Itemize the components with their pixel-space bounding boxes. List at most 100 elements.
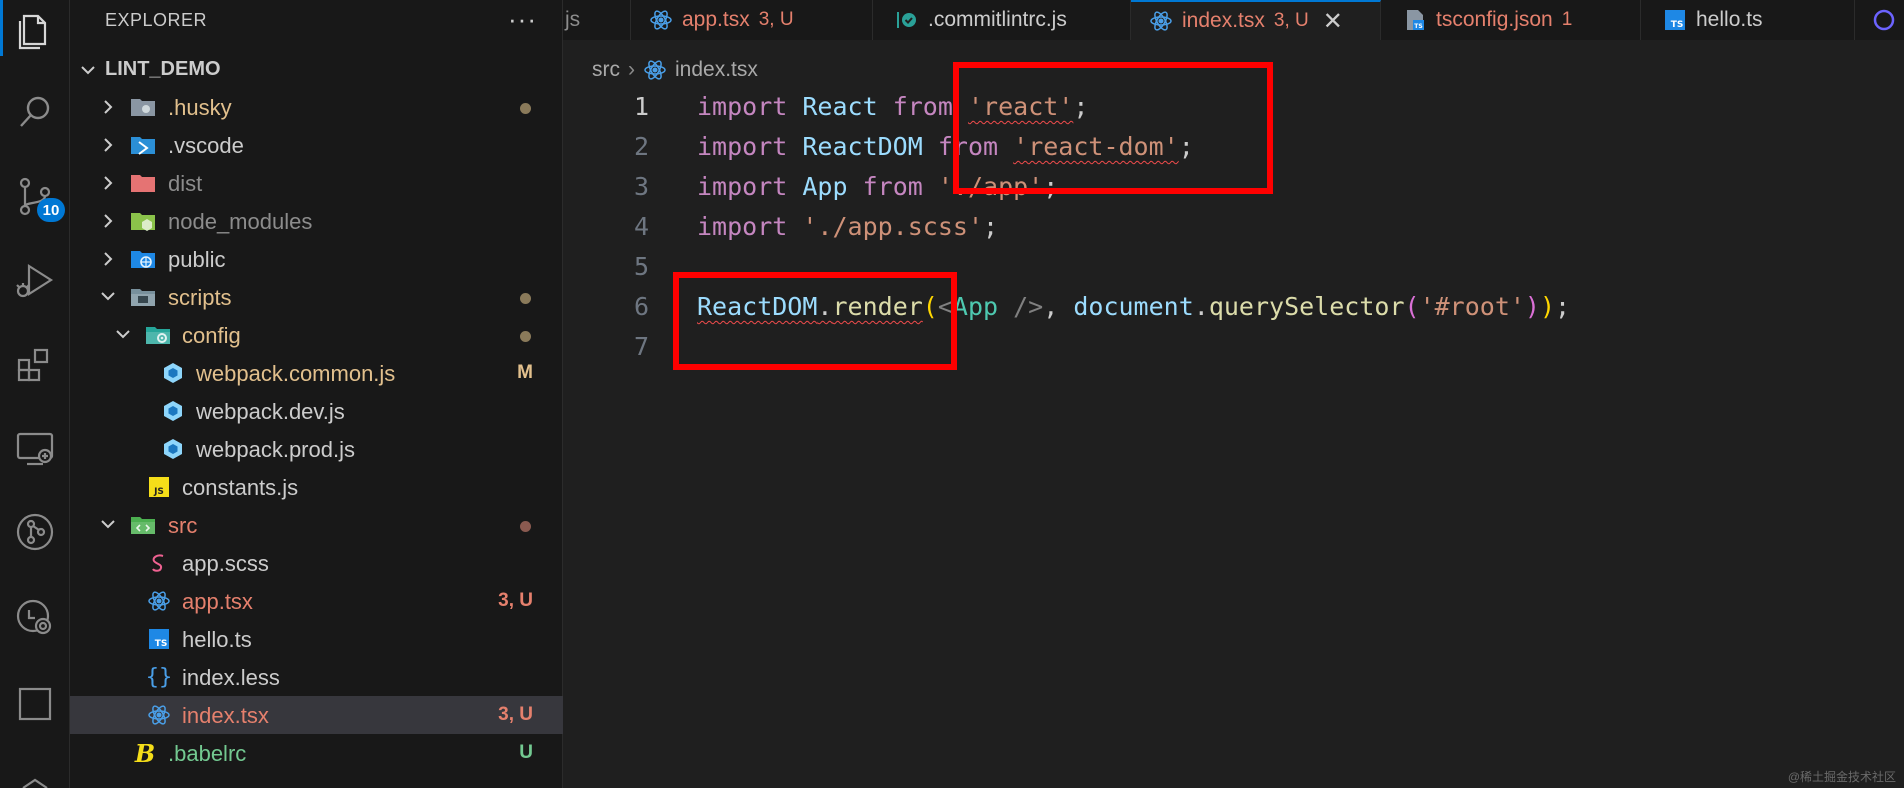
- tree-item-webpack-dev[interactable]: webpack.dev.js: [70, 392, 563, 430]
- tree-item-app-tsx[interactable]: app.tsx 3, U: [70, 582, 563, 620]
- extension-tab-icon: [1873, 8, 1895, 32]
- tab-index-tsx[interactable]: index.tsx 3, U ✕: [1131, 0, 1381, 40]
- breadcrumb: src › index.tsx: [592, 55, 758, 85]
- tree-item-label: constants.js: [182, 475, 299, 500]
- webpack-icon: [160, 399, 186, 423]
- tree-item-constants[interactable]: JS constants.js: [70, 468, 563, 506]
- svg-text:TS: TS: [1671, 20, 1684, 30]
- breadcrumb-folder[interactable]: src: [592, 58, 620, 82]
- square-icon[interactable]: [7, 676, 63, 732]
- tab-app-tsx[interactable]: app.tsx 3, U: [631, 0, 873, 40]
- tab-label: .commitlintrc.js: [928, 8, 1067, 31]
- chevron-right-icon: ›: [628, 58, 635, 81]
- typescript-file-icon: TS: [1663, 8, 1687, 32]
- tree-item-husky[interactable]: .husky: [70, 88, 563, 126]
- tree-item-label: node_modules: [168, 209, 313, 234]
- tree-item-label: index.less: [182, 665, 280, 690]
- tree-item-label: webpack.prod.js: [196, 437, 355, 462]
- explorer-icon[interactable]: [0, 0, 63, 56]
- extensions-icon[interactable]: [7, 336, 63, 392]
- tab-status: 3, U: [758, 9, 794, 30]
- folder-vscode-icon: [130, 133, 156, 157]
- chevron-right-icon: [104, 176, 113, 190]
- remote-explorer-icon[interactable]: [7, 420, 63, 476]
- tree-item-scripts[interactable]: scripts: [70, 278, 563, 316]
- tree-item-vscode[interactable]: .vscode: [70, 126, 563, 164]
- close-tab-icon[interactable]: ✕: [1323, 7, 1343, 36]
- tab-commitlintrc[interactable]: .commitlintrc.js: [873, 0, 1131, 40]
- tab-status: 1: [1561, 9, 1573, 30]
- tree-item-webpack-prod[interactable]: webpack.prod.js: [70, 430, 563, 468]
- git-status: 3, U: [498, 590, 533, 611]
- tsconfig-icon: TS: [1403, 8, 1427, 32]
- git-graph-icon[interactable]: [7, 504, 63, 560]
- timeline-icon[interactable]: [7, 588, 63, 644]
- chevron-down-icon: [81, 66, 95, 75]
- run-debug-icon[interactable]: [7, 252, 63, 308]
- folder-node-icon: [130, 209, 156, 233]
- line-number: 5: [633, 252, 649, 281]
- commitlint-icon: [895, 8, 919, 32]
- code-text: import './app.scss';: [697, 212, 999, 241]
- tree-item-node-modules[interactable]: node_modules: [70, 202, 563, 240]
- tab-hello-ts[interactable]: TS hello.ts: [1641, 0, 1855, 40]
- tree-item-public[interactable]: public: [70, 240, 563, 278]
- tab-tsconfig[interactable]: TS tsconfig.json 1: [1381, 0, 1641, 40]
- react-file-icon: [146, 703, 172, 727]
- sass-file-icon: [146, 551, 172, 575]
- tree-item-hello-ts[interactable]: TS hello.ts: [70, 620, 563, 658]
- tree-item-label: index.tsx: [182, 703, 269, 728]
- tree-item-babelrc[interactable]: B .babelrc U: [70, 734, 563, 772]
- tree-item-dist[interactable]: dist: [70, 164, 563, 202]
- bottom-icon[interactable]: [7, 752, 63, 788]
- modified-dot: [520, 331, 531, 342]
- tree-item-config[interactable]: config: [70, 316, 563, 354]
- line-number: 6: [633, 292, 649, 321]
- tree-item-label: src: [168, 513, 198, 538]
- tree-item-label: .babelrc: [168, 741, 247, 766]
- tree-item-label: webpack.dev.js: [196, 399, 345, 424]
- modified-dot: [520, 293, 531, 304]
- line-number: 4: [633, 212, 649, 241]
- activity-bar: 10: [0, 0, 70, 788]
- tab-js[interactable]: js: [563, 0, 631, 40]
- line-number: 2: [633, 132, 649, 161]
- tab-overflow[interactable]: [1855, 0, 1904, 40]
- line-number: 3: [633, 172, 649, 201]
- more-actions-button[interactable]: ···: [508, 4, 537, 35]
- tree-item-index-tsx[interactable]: index.tsx 3, U: [70, 696, 563, 734]
- search-icon[interactable]: [7, 84, 63, 140]
- react-file-icon: [146, 589, 172, 613]
- chevron-down-icon: [101, 520, 115, 529]
- tree-item-webpack-common[interactable]: webpack.common.js M: [70, 354, 563, 392]
- highlight-box-render: [673, 272, 957, 370]
- tree-item-label: scripts: [168, 285, 232, 310]
- tree-item-label: config: [182, 323, 241, 348]
- editor-tab-bar: js app.tsx 3, U .commitlintrc.js index.t…: [563, 0, 1904, 40]
- tree-item-label: .husky: [168, 95, 232, 120]
- git-status: M: [517, 362, 533, 383]
- chevron-right-icon: [104, 252, 113, 266]
- tree-item-src[interactable]: src: [70, 506, 563, 544]
- line-number: 1: [633, 92, 649, 121]
- less-file-icon: {}: [145, 664, 173, 690]
- folder-src-icon: [130, 513, 156, 537]
- source-control-badge: 10: [37, 198, 65, 222]
- folder-public-icon: [130, 247, 156, 271]
- watermark: @稀土掘金技术社区: [1787, 770, 1896, 784]
- folder-husky-icon: [130, 95, 156, 119]
- project-header[interactable]: LINT_DEMO: [70, 54, 563, 86]
- explorer-sidebar: EXPLORER ··· LINT_DEMO .husky .vscode di…: [70, 0, 563, 788]
- modified-dot: [520, 103, 531, 114]
- folder-scripts-icon: [130, 285, 156, 309]
- explorer-title: EXPLORER: [105, 10, 208, 30]
- tree-item-index-less[interactable]: {} index.less: [70, 658, 563, 696]
- tree-item-label: app.tsx: [182, 589, 253, 614]
- tree-item-label: dist: [168, 171, 203, 196]
- breadcrumb-file[interactable]: index.tsx: [675, 58, 758, 82]
- project-name: LINT_DEMO: [105, 58, 221, 80]
- source-control-icon[interactable]: 10: [7, 168, 65, 224]
- tree-item-label: hello.ts: [182, 627, 252, 652]
- tree-item-app-scss[interactable]: app.scss: [70, 544, 563, 582]
- git-status: 3, U: [498, 704, 533, 725]
